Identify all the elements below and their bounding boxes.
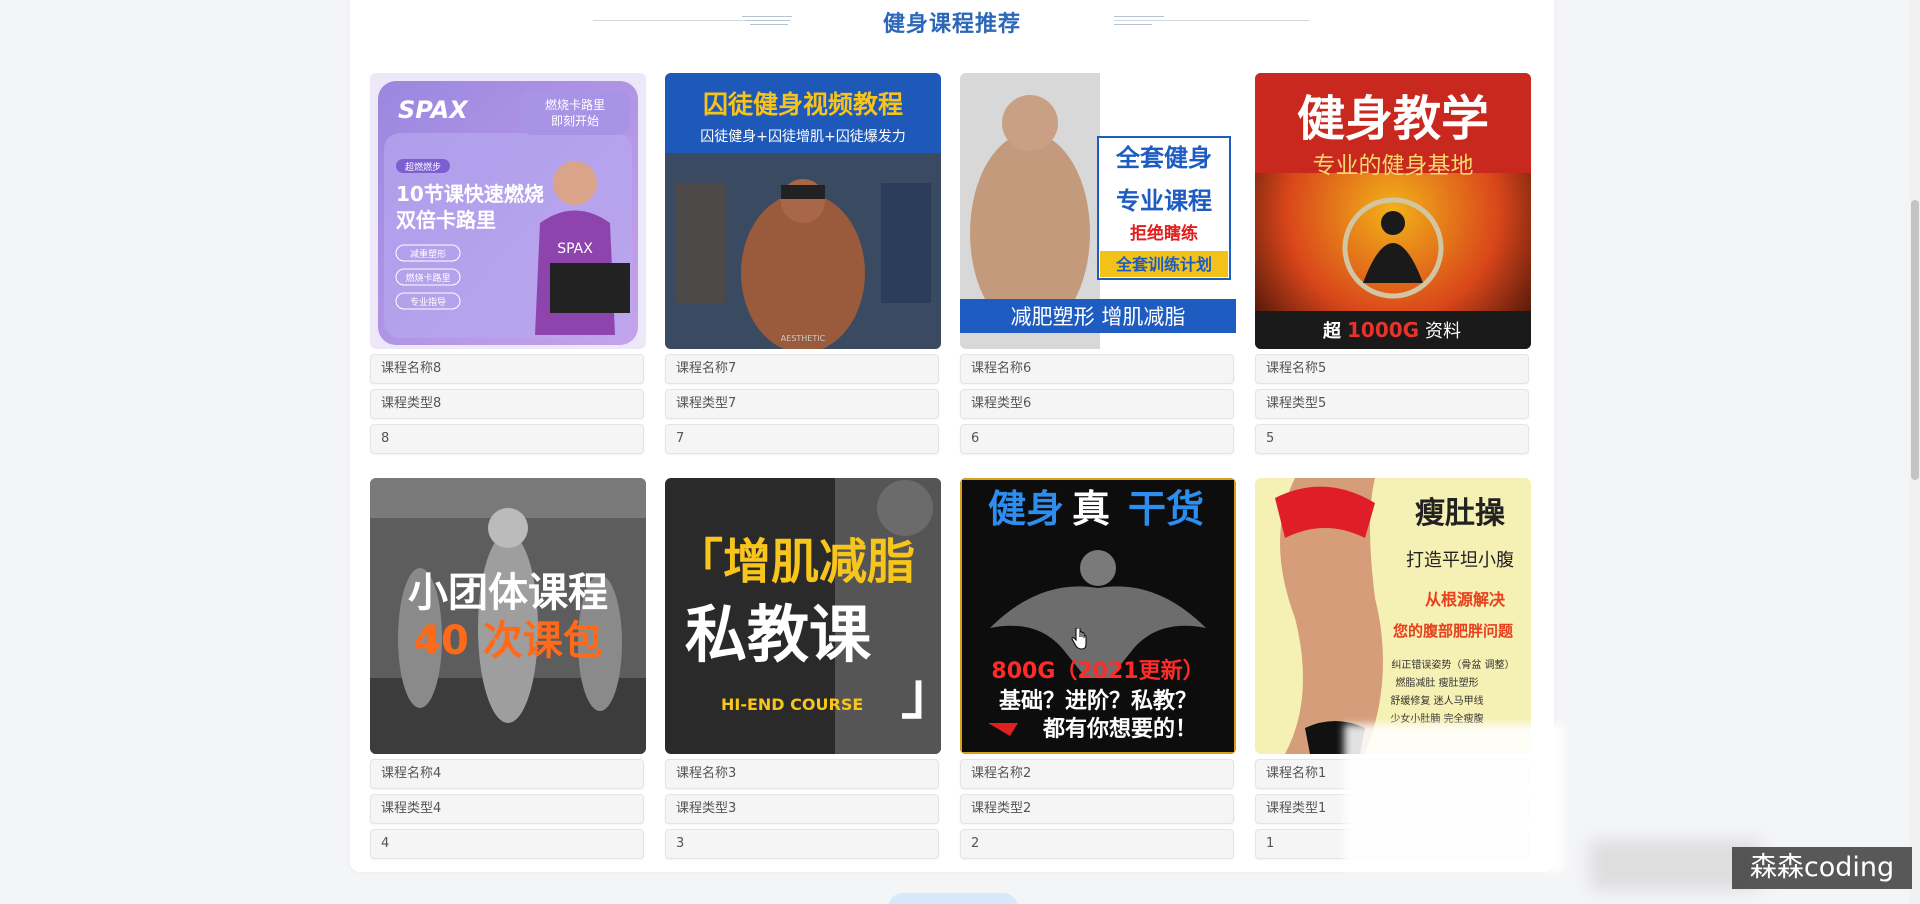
poster-text: 拒绝瞎练 xyxy=(1130,223,1198,244)
poster-text: SPAX xyxy=(398,96,469,124)
course-poster-dark-private: 「增肌减脂 私教课 HI-END COURSE 」 xyxy=(665,478,941,754)
course-value: 5 xyxy=(1255,424,1529,454)
course-value: 8 xyxy=(370,424,644,454)
course-name: 课程名称2 xyxy=(960,759,1234,789)
course-image[interactable]: 小团体课程 40 次课包 xyxy=(370,478,646,754)
poster-text: 超 xyxy=(1323,320,1342,342)
poster-text: 打造平坦小腹 xyxy=(1406,550,1514,571)
poster-text: 健身教学 xyxy=(1297,91,1489,147)
poster-text: 「增肌减脂 xyxy=(675,534,915,590)
poster-text: 双倍卡路里 xyxy=(396,208,496,232)
course-card[interactable]: 全套健身 专业课程 拒绝瞎练 全套训练计划 减肥塑形 增肌减脂 课程名称6 课程… xyxy=(960,73,1236,454)
course-card[interactable]: 「增肌减脂 私教课 HI-END COURSE 」 课程名称3 课程类型3 3 xyxy=(665,478,941,859)
course-value: 2 xyxy=(960,829,1234,859)
course-type: 课程类型8 xyxy=(370,389,644,419)
course-image[interactable]: 「增肌减脂 私教课 HI-END COURSE 」 xyxy=(665,478,941,754)
course-image[interactable]: 健身 真 干货 800G（2021更新） 基础？进阶？私教？ 都有你想要的！ xyxy=(960,478,1236,754)
poster-text: 都有你想要的！ xyxy=(1042,716,1197,742)
course-name: 课程名称7 xyxy=(665,354,939,384)
course-card[interactable]: 囚徒健身视频教程 囚徒健身+囚徒增肌+囚徒爆发力 AESTHETIC 课程名称7… xyxy=(665,73,941,454)
title-decoration-right xyxy=(1114,20,1310,21)
course-image[interactable]: SPAX 燃烧卡路里 即刻开始 超燃燃步 10节课快速燃烧 双倍卡路里 减重塑形… xyxy=(370,73,646,349)
poster-text: 专业课程 xyxy=(1116,187,1212,215)
poster-text: 燃脂减肚 瘦肚塑形 xyxy=(1395,676,1478,689)
poster-text: 燃烧卡路里 xyxy=(405,272,450,284)
poster-text: 40 次课包 xyxy=(413,618,603,664)
course-value: 3 xyxy=(665,829,939,859)
course-card[interactable]: SPAX 燃烧卡路里 即刻开始 超燃燃步 10节课快速燃烧 双倍卡路里 减重塑形… xyxy=(370,73,646,454)
course-value: 6 xyxy=(960,424,1234,454)
poster-text: 纠正错误姿势（骨盆 调整） xyxy=(1391,658,1514,671)
poster-text: 专业指导 xyxy=(410,296,446,308)
watermark: 森森coding xyxy=(1732,847,1912,889)
poster-text: 您的腹部肥胖问题 xyxy=(1392,622,1514,640)
poster-text: 资料 xyxy=(1425,321,1461,342)
course-image[interactable]: 健身教学 专业的健身基地 超 1000G 资料 xyxy=(1255,73,1531,349)
poster-text: 超燃燃步 xyxy=(405,161,441,173)
poster-text: 基础？进阶？私教？ xyxy=(999,688,1197,714)
page: 健身课程推荐 SPAX 燃烧卡路里 即刻开始 超燃燃步 10节课快速燃烧 双倍卡… xyxy=(0,0,1920,904)
course-type: 课程类型4 xyxy=(370,794,644,824)
course-poster-gray-class: 小团体课程 40 次课包 xyxy=(370,478,646,754)
poster-text: 减肥塑形 增肌减脂 xyxy=(1011,305,1186,329)
course-image[interactable]: 全套健身 专业课程 拒绝瞎练 全套训练计划 减肥塑形 增肌减脂 xyxy=(960,73,1236,349)
poster-text: 10节课快速燃烧 xyxy=(396,182,544,206)
course-poster-white-blue: 全套健身 专业课程 拒绝瞎练 全套训练计划 减肥塑形 增肌减脂 xyxy=(960,73,1236,349)
poster-text: 囚徒健身视频教程 xyxy=(703,90,903,119)
course-name: 课程名称3 xyxy=(665,759,939,789)
poster-text: 800G（2021更新） xyxy=(991,658,1204,684)
poster-text: 瘦肚操 xyxy=(1415,496,1506,531)
course-poster-blue-gym: 囚徒健身视频教程 囚徒健身+囚徒增肌+囚徒爆发力 AESTHETIC xyxy=(665,73,941,349)
course-type: 课程类型2 xyxy=(960,794,1234,824)
course-name: 课程名称8 xyxy=(370,354,644,384)
poster-text: 从根源解决 xyxy=(1425,590,1506,609)
course-card[interactable]: 小团体课程 40 次课包 课程名称4 课程类型4 4 xyxy=(370,478,646,859)
poster-text: 干货 xyxy=(1128,487,1204,531)
poster-text: 专业的健身基地 xyxy=(1313,153,1474,179)
course-poster-purple: SPAX 燃烧卡路里 即刻开始 超燃燃步 10节课快速燃烧 双倍卡路里 减重塑形… xyxy=(370,73,646,349)
course-image[interactable]: 囚徒健身视频教程 囚徒健身+囚徒增肌+囚徒爆发力 AESTHETIC xyxy=(665,73,941,349)
course-type: 课程类型3 xyxy=(665,794,939,824)
scrollbar-thumb[interactable] xyxy=(1911,200,1919,480)
course-poster-black-muscle: 健身 真 干货 800G（2021更新） 基础？进阶？私教？ 都有你想要的！ xyxy=(960,478,1236,754)
poster-text: 囚徒健身+囚徒增肌+囚徒爆发力 xyxy=(700,129,905,145)
course-card[interactable]: 健身 真 干货 800G（2021更新） 基础？进阶？私教？ 都有你想要的！ 课… xyxy=(960,478,1236,859)
course-value: 7 xyxy=(665,424,939,454)
course-poster-red-gold: 健身教学 专业的健身基地 超 1000G 资料 xyxy=(1255,73,1531,349)
poster-text: 全套健身 xyxy=(1115,144,1212,172)
poster-text: SPAX xyxy=(557,241,593,257)
poster-text: 全套训练计划 xyxy=(1115,255,1212,274)
course-card[interactable]: 健身教学 专业的健身基地 超 1000G 资料 课程名称5 课程类型5 5 xyxy=(1255,73,1531,454)
course-name: 课程名称5 xyxy=(1255,354,1529,384)
course-poster-yellow-abs: 瘦肚操 打造平坦小腹 从根源解决 您的腹部肥胖问题 纠正错误姿势（骨盆 调整） … xyxy=(1255,478,1531,754)
poster-text: 减重塑形 xyxy=(410,248,446,260)
course-type: 课程类型6 xyxy=(960,389,1234,419)
course-type: 课程类型7 xyxy=(665,389,939,419)
section-header: 健身课程推荐 xyxy=(350,0,1554,44)
title-decoration-stripes-left xyxy=(742,14,792,26)
poster-text: 1000G xyxy=(1347,318,1419,342)
course-name: 课程名称4 xyxy=(370,759,644,789)
section-title: 健身课程推荐 xyxy=(882,12,1022,37)
poster-text: AESTHETIC xyxy=(781,334,826,343)
poster-text: 燃烧卡路里 xyxy=(545,97,605,112)
poster-text: 」 xyxy=(901,662,941,727)
poster-text: HI-END COURSE xyxy=(721,695,863,714)
course-image[interactable]: 瘦肚操 打造平坦小腹 从根源解决 您的腹部肥胖问题 纠正错误姿势（骨盆 调整） … xyxy=(1255,478,1531,754)
course-value: 4 xyxy=(370,829,644,859)
poster-text: 小团体课程 xyxy=(408,570,608,616)
poster-text: 舒缓修复 迷人马甲线 xyxy=(1390,694,1483,707)
poster-text: 私教课 xyxy=(685,598,872,671)
poster-text: 即刻开始 xyxy=(551,114,599,128)
scrollbar[interactable] xyxy=(1910,0,1920,904)
course-name: 课程名称6 xyxy=(960,354,1234,384)
mouse-cursor-icon xyxy=(1071,628,1087,650)
course-type: 课程类型5 xyxy=(1255,389,1529,419)
screen-glare xyxy=(1344,724,1564,872)
poster-text: 真 xyxy=(1072,487,1110,531)
more-button[interactable] xyxy=(888,893,1018,904)
poster-text: 健身 xyxy=(988,487,1064,531)
